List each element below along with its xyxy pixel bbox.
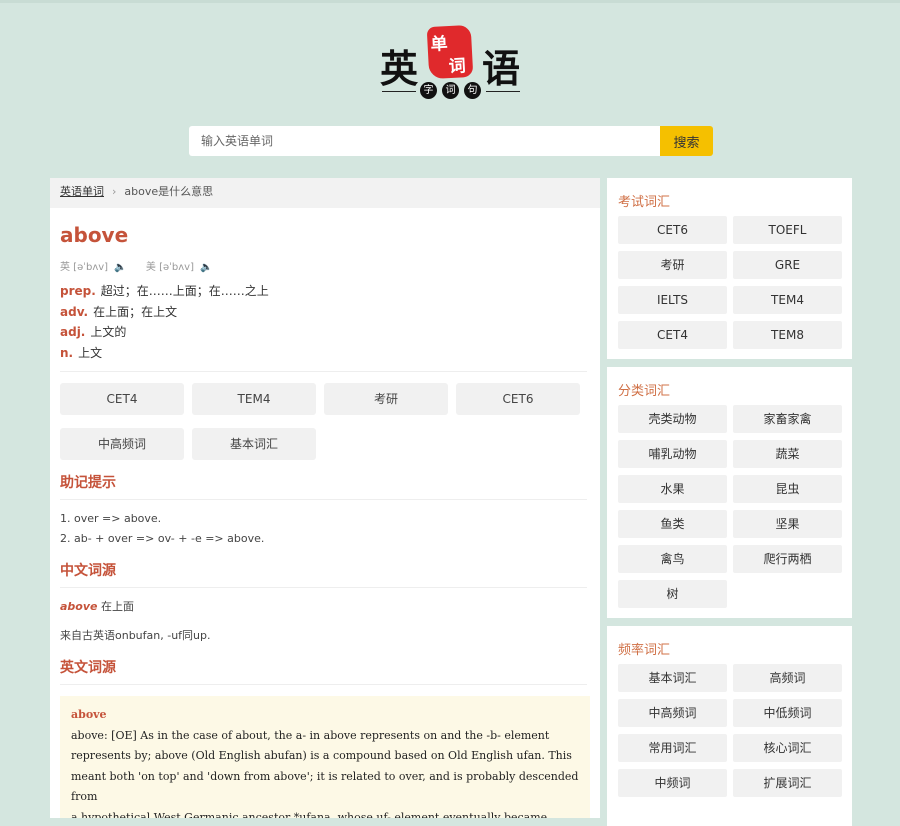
section-title-cn-etymology: 中文词源: [60, 563, 116, 579]
sidebar-link[interactable]: 中低频词: [733, 699, 842, 727]
sidebar-link[interactable]: 常用词汇: [618, 734, 727, 762]
sidebar-link[interactable]: TOEFL: [733, 216, 842, 244]
sidebar-link[interactable]: 哺乳动物: [618, 440, 727, 468]
mnemonic-list: 1. over => above. 2. ab- + over => ov- +…: [60, 509, 264, 549]
cn-etymology-word: above: [60, 600, 98, 613]
en-etymology-head: above: [71, 708, 107, 721]
sidebar-title: 分类词汇: [618, 384, 671, 399]
definitions: prep. 超过；在……上面；在……之上 adv. 在上面；在上文 adj. 上文的 …: [60, 281, 269, 363]
word-tag[interactable]: 中高频词: [60, 428, 184, 460]
top-border: [0, 0, 900, 3]
cn-etymology-text: 来自古英语onbufan, -uf同up.: [60, 629, 211, 642]
us-phonetic: 美 [əˈbʌv]: [145, 262, 194, 273]
en-etymology-line: a hypothetical West Germanic ancestor *u…: [71, 810, 548, 819]
sidebar-link[interactable]: 树: [618, 580, 727, 608]
sidebar-link[interactable]: CET4: [618, 321, 727, 349]
definition-row: n. 上文: [60, 343, 269, 364]
logo-dot: 字: [420, 82, 437, 99]
part-of-speech: adv.: [60, 304, 89, 319]
sidebar-link[interactable]: TEM8: [733, 321, 842, 349]
mnemonic-line: 2. ab- + over => ov- + -e => above.: [60, 532, 265, 545]
section-title-mnemonic: 助记提示: [60, 475, 116, 491]
logo-seal-char: 词: [448, 56, 467, 78]
divider: [60, 499, 587, 500]
sidebar-frequency-vocab: 频率词汇 基本词汇 高频词 中高频词 中低频词 常用词汇 核心词汇 中频词 扩展…: [607, 626, 852, 826]
en-etymology-line: represents by; above (Old English abufan…: [71, 749, 572, 762]
definition-text: 上文: [78, 345, 103, 360]
sidebar-link[interactable]: 基本词汇: [618, 664, 727, 692]
sidebar-link[interactable]: 鱼类: [618, 510, 727, 538]
definition-row: prep. 超过；在……上面；在……之上: [60, 281, 269, 302]
divider: [60, 684, 587, 685]
mnemonic-line: 1. over => above.: [60, 512, 162, 525]
sidebar-link[interactable]: IELTS: [618, 286, 727, 314]
search-button[interactable]: 搜索: [660, 126, 713, 156]
definition-row: adv. 在上面；在上文: [60, 302, 269, 323]
sidebar-link[interactable]: 禽鸟: [618, 545, 727, 573]
word-tag[interactable]: CET4: [60, 383, 184, 415]
sidebar-link[interactable]: GRE: [733, 251, 842, 279]
section-title-en-etymology: 英文词源: [60, 660, 116, 676]
uk-phonetic: 英 [əˈbʌv]: [60, 262, 109, 273]
headword: above: [60, 223, 129, 247]
logo-char: 英: [380, 46, 419, 91]
logo-seal-char: 单: [430, 34, 449, 55]
sidebar-link[interactable]: 中频词: [618, 769, 727, 797]
breadcrumb: 英语单词 › above是什么意思: [50, 178, 600, 208]
word-panel: 英语单词 › above是什么意思 above 英 [əˈbʌv] 🔈 美 [əˈb…: [50, 178, 600, 818]
sidebar-category-vocab: 分类词汇 壳类动物 家畜家禽 哺乳动物 蔬菜 水果 昆虫 鱼类 坚果 禽鸟 爬行…: [607, 367, 852, 618]
word-tag[interactable]: CET6: [456, 383, 580, 415]
divider: [60, 371, 587, 372]
speaker-icon[interactable]: 🔈: [200, 262, 212, 273]
breadcrumb-current: above是什么意思: [124, 185, 214, 198]
sidebar-link[interactable]: CET6: [618, 216, 727, 244]
definition-text: 超过；在……上面；在……之上: [100, 284, 269, 298]
word-tag[interactable]: 基本词汇: [192, 428, 316, 460]
word-tag[interactable]: TEM4: [192, 383, 316, 415]
sidebar-link[interactable]: 考研: [618, 251, 727, 279]
sidebar-title: 频率词汇: [618, 643, 671, 658]
definition-text: 上文的: [90, 325, 127, 339]
en-etymology-box: above above: [OE] As in the case of abou…: [60, 696, 590, 818]
part-of-speech: adj.: [60, 325, 86, 339]
sidebar-exam-vocab: 考试词汇 CET6 TOEFL 考研 GRE IELTS TEM4 CET4 T…: [607, 178, 852, 359]
sidebar-link[interactable]: 蔬菜: [733, 440, 842, 468]
logo-dot: 词: [442, 82, 459, 99]
logo-dot: 句: [464, 82, 481, 99]
definition-row: adj. 上文的: [60, 322, 269, 343]
sidebar-link[interactable]: 坚果: [733, 510, 842, 538]
search-bar: 搜索: [189, 126, 713, 156]
logo-divider: [382, 91, 416, 92]
pronunciation: 英 [əˈbʌv] 🔈 美 [əˈbʌv] 🔈: [60, 258, 213, 273]
definition-text: 在上面；在上文: [93, 304, 178, 319]
cn-etymology-gloss: above 在上面: [60, 597, 134, 617]
sidebar-link[interactable]: 壳类动物: [618, 405, 727, 433]
logo-char: 语: [482, 46, 521, 91]
breadcrumb-home-link[interactable]: 英语单词: [60, 185, 104, 198]
sidebar-link[interactable]: 中高频词: [618, 699, 727, 727]
sidebar-link[interactable]: 昆虫: [733, 475, 842, 503]
breadcrumb-separator: ›: [112, 185, 117, 198]
part-of-speech: n.: [60, 345, 74, 360]
cn-etymology-meaning: 在上面: [101, 600, 134, 613]
logo-divider: [486, 91, 520, 92]
sidebar-link[interactable]: 家畜家禽: [733, 405, 842, 433]
sidebar-link[interactable]: TEM4: [733, 286, 842, 314]
logo-seal: 单 词: [426, 24, 474, 80]
en-etymology-line: above: [OE] As in the case of about, the…: [71, 728, 550, 742]
sidebar-link[interactable]: 核心词汇: [733, 734, 842, 762]
speaker-icon[interactable]: 🔈: [114, 262, 126, 273]
sidebar-link[interactable]: 高频词: [733, 664, 842, 692]
en-etymology-line: meant both 'on top' and 'down from above…: [71, 769, 579, 804]
search-input[interactable]: [189, 126, 660, 156]
sidebar-link[interactable]: 水果: [618, 475, 727, 503]
site-logo[interactable]: 英 单 词 语 字 词 句: [378, 24, 524, 102]
sidebar-title: 考试词汇: [618, 195, 671, 210]
divider: [60, 587, 587, 588]
part-of-speech: prep.: [60, 284, 96, 298]
word-tag[interactable]: 考研: [324, 383, 448, 415]
sidebar-link[interactable]: 爬行两栖: [733, 545, 842, 573]
logo-subtitle: 字 词 句: [420, 82, 482, 100]
sidebar-link[interactable]: 扩展词汇: [733, 769, 842, 797]
